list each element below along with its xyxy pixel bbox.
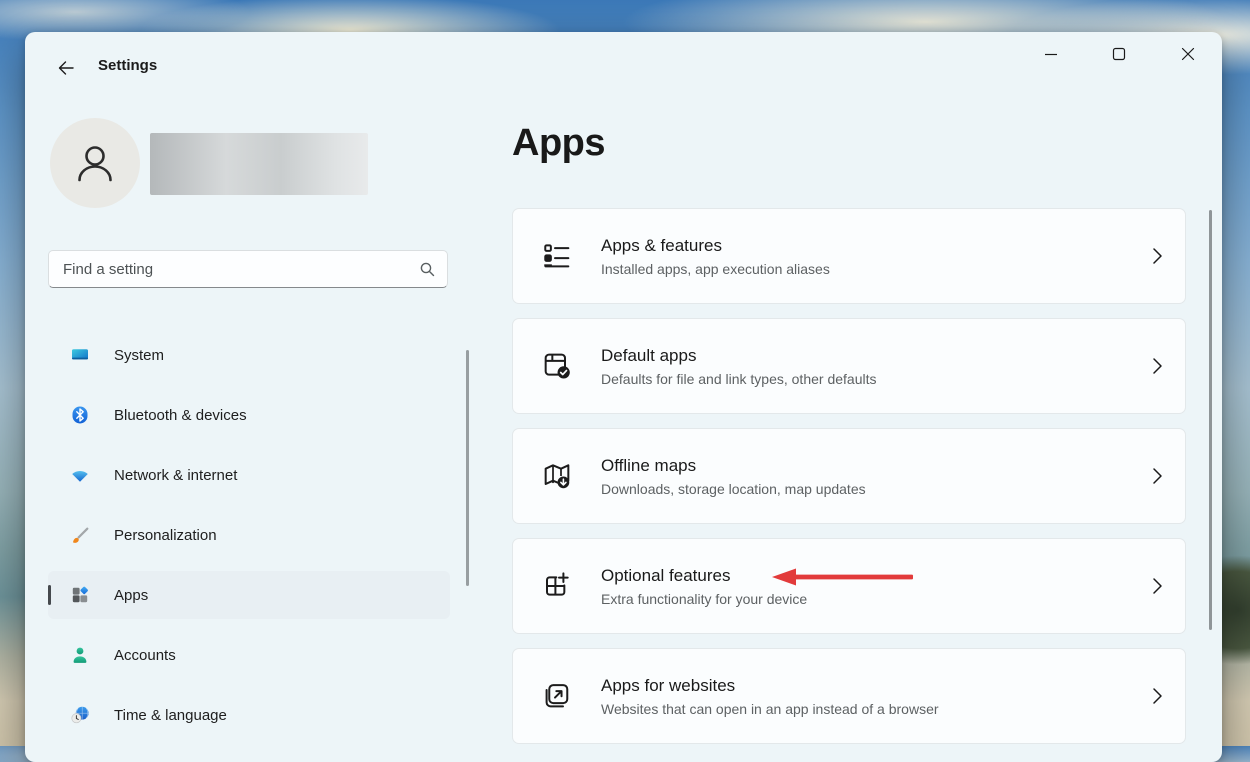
card-subtitle: Defaults for file and link types, other … bbox=[601, 371, 876, 387]
sidebar-item-label: Time & language bbox=[114, 707, 227, 724]
sidebar-nav: System Bluetooth & devices Network & int… bbox=[48, 331, 450, 751]
card-text: Apps for websites Websites that can open… bbox=[601, 676, 939, 717]
card-title: Apps for websites bbox=[601, 676, 939, 696]
sidebar-scrollbar[interactable] bbox=[466, 350, 469, 586]
accounts-icon bbox=[70, 645, 90, 665]
network-icon bbox=[70, 465, 90, 485]
minimize-icon bbox=[1044, 47, 1058, 61]
bluetooth-icon bbox=[70, 405, 90, 425]
sidebar-item-apps[interactable]: Apps bbox=[48, 571, 450, 619]
card-optional-features[interactable]: Optional features Extra functionality fo… bbox=[512, 538, 1186, 634]
personalization-icon bbox=[70, 525, 90, 545]
avatar bbox=[50, 118, 140, 208]
card-subtitle: Downloads, storage location, map updates bbox=[601, 481, 866, 497]
card-title: Apps & features bbox=[601, 236, 830, 256]
sidebar-item-label: Apps bbox=[114, 587, 148, 604]
main-scrollbar[interactable] bbox=[1209, 210, 1212, 630]
back-button[interactable] bbox=[49, 52, 83, 84]
card-text: Default apps Defaults for file and link … bbox=[601, 346, 876, 387]
card-apps-for-websites[interactable]: Apps for websites Websites that can open… bbox=[512, 648, 1186, 744]
close-button[interactable] bbox=[1165, 32, 1211, 76]
sidebar-item-label: System bbox=[114, 347, 164, 364]
card-title: Offline maps bbox=[601, 456, 866, 476]
sidebar-item-time-language[interactable]: Time & language bbox=[48, 691, 450, 739]
card-title: Optional features bbox=[601, 566, 807, 586]
sidebar-item-label: Accounts bbox=[114, 647, 176, 664]
card-default-apps[interactable]: Default apps Defaults for file and link … bbox=[512, 318, 1186, 414]
minimize-button[interactable] bbox=[1028, 32, 1074, 76]
optional-features-icon bbox=[541, 570, 573, 602]
sidebar-item-accounts[interactable]: Accounts bbox=[48, 631, 450, 679]
sidebar-item-system[interactable]: System bbox=[48, 331, 450, 379]
card-text: Apps & features Installed apps, app exec… bbox=[601, 236, 830, 277]
card-subtitle: Installed apps, app execution aliases bbox=[601, 261, 830, 277]
sidebar-item-label: Bluetooth & devices bbox=[114, 407, 247, 424]
sidebar-item-label: Personalization bbox=[114, 527, 217, 544]
chevron-right-icon bbox=[1149, 355, 1165, 377]
card-text: Optional features Extra functionality fo… bbox=[601, 566, 807, 607]
default-apps-icon bbox=[541, 350, 573, 382]
apps-icon bbox=[70, 585, 90, 605]
sidebar-item-personalization[interactable]: Personalization bbox=[48, 511, 450, 559]
window-title: Settings bbox=[98, 57, 157, 74]
user-name-blurred bbox=[150, 133, 368, 195]
sidebar-item-label: Network & internet bbox=[114, 467, 237, 484]
card-subtitle: Extra functionality for your device bbox=[601, 591, 807, 607]
maximize-button[interactable] bbox=[1096, 32, 1142, 76]
time-language-icon bbox=[70, 705, 90, 725]
user-icon bbox=[72, 140, 118, 186]
back-arrow-icon bbox=[56, 58, 76, 78]
apps-features-icon bbox=[541, 240, 573, 272]
card-offline-maps[interactable]: Offline maps Downloads, storage location… bbox=[512, 428, 1186, 524]
close-icon bbox=[1181, 47, 1195, 61]
settings-card-list: Apps & features Installed apps, app exec… bbox=[512, 208, 1186, 758]
page-title: Apps bbox=[512, 122, 605, 165]
search-icon bbox=[418, 260, 436, 278]
offline-maps-icon bbox=[541, 460, 573, 492]
chevron-right-icon bbox=[1149, 685, 1165, 707]
maximize-icon bbox=[1112, 47, 1126, 61]
sidebar-item-bluetooth[interactable]: Bluetooth & devices bbox=[48, 391, 450, 439]
chevron-right-icon bbox=[1149, 465, 1165, 487]
card-title: Default apps bbox=[601, 346, 876, 366]
settings-window: Settings bbox=[25, 32, 1222, 762]
system-icon bbox=[70, 345, 90, 365]
card-apps-and-features[interactable]: Apps & features Installed apps, app exec… bbox=[512, 208, 1186, 304]
chevron-right-icon bbox=[1149, 575, 1165, 597]
sidebar-item-network[interactable]: Network & internet bbox=[48, 451, 450, 499]
search-input[interactable] bbox=[49, 251, 447, 287]
card-text: Offline maps Downloads, storage location… bbox=[601, 456, 866, 497]
card-subtitle: Websites that can open in an app instead… bbox=[601, 701, 939, 717]
search-box bbox=[48, 250, 448, 288]
chevron-right-icon bbox=[1149, 245, 1165, 267]
apps-for-websites-icon bbox=[541, 680, 573, 712]
